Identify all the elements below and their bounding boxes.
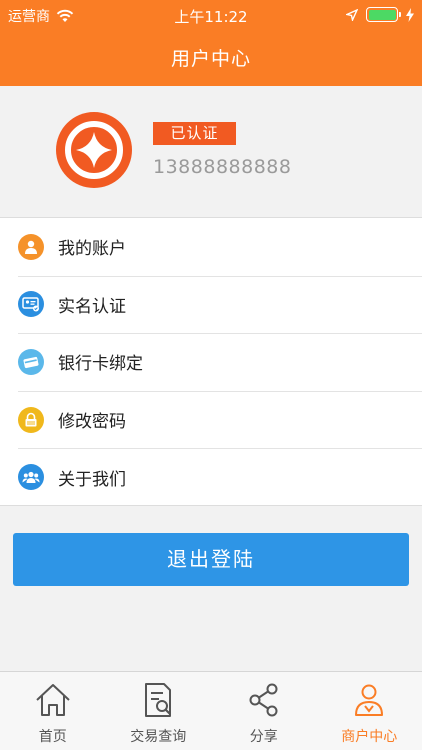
- lock-icon: [18, 406, 44, 433]
- menu-label: 关于我们: [58, 469, 126, 490]
- share-icon: [249, 683, 278, 717]
- user-icon: [355, 684, 384, 716]
- tab-label: 交易查询: [130, 729, 187, 745]
- home-icon: [36, 684, 70, 716]
- menu-item-real-name-verification[interactable]: 实名认证: [0, 275, 422, 334]
- menu-item-bank-card-binding[interactable]: 银行卡绑定: [0, 333, 422, 391]
- status-bar: 运营商 上午11:22: [0, 0, 422, 30]
- tab-home[interactable]: 首页: [0, 672, 106, 750]
- tab-merchant-center[interactable]: 商户中心: [317, 672, 422, 750]
- menu-item-about-us[interactable]: 关于我们: [0, 448, 422, 506]
- tab-transactions[interactable]: 交易查询: [106, 672, 212, 750]
- avatar-logo-icon: [56, 112, 132, 188]
- menu-label: 实名认证: [58, 296, 126, 317]
- tab-share[interactable]: 分享: [211, 672, 317, 750]
- menu-item-change-password[interactable]: 修改密码: [0, 390, 422, 449]
- id-card-icon: [18, 291, 44, 318]
- tab-label: 商户中心: [341, 729, 398, 745]
- tab-label: 分享: [249, 729, 278, 745]
- menu-label: 修改密码: [58, 412, 126, 433]
- verified-badge: 已认证: [153, 122, 236, 145]
- user-menu: 我的账户 实名认证 银行卡绑定 修改密码 关于我们: [0, 218, 422, 506]
- location-arrow-icon: [346, 8, 358, 21]
- tab-bar: 首页 交易查询 分享 商户中心: [0, 671, 422, 750]
- menu-label: 银行卡绑定: [58, 354, 143, 375]
- logout-button[interactable]: 退出登陆: [13, 533, 409, 586]
- page-title: 用户中心: [170, 48, 251, 70]
- phone-number: 13888888888: [153, 156, 292, 178]
- charging-bolt-icon: [406, 7, 414, 22]
- tab-label: 首页: [38, 729, 67, 745]
- document-search-icon: [145, 683, 172, 717]
- app-header: 运营商 上午11:22 用户中心: [0, 0, 422, 86]
- battery-icon: [366, 7, 401, 22]
- bank-card-icon: [18, 348, 44, 375]
- account-icon: [18, 233, 44, 260]
- menu-item-my-account[interactable]: 我的账户: [0, 218, 422, 276]
- people-icon: [18, 464, 44, 491]
- profile-section: 已认证 13888888888: [0, 86, 422, 218]
- menu-label: 我的账户: [58, 239, 126, 260]
